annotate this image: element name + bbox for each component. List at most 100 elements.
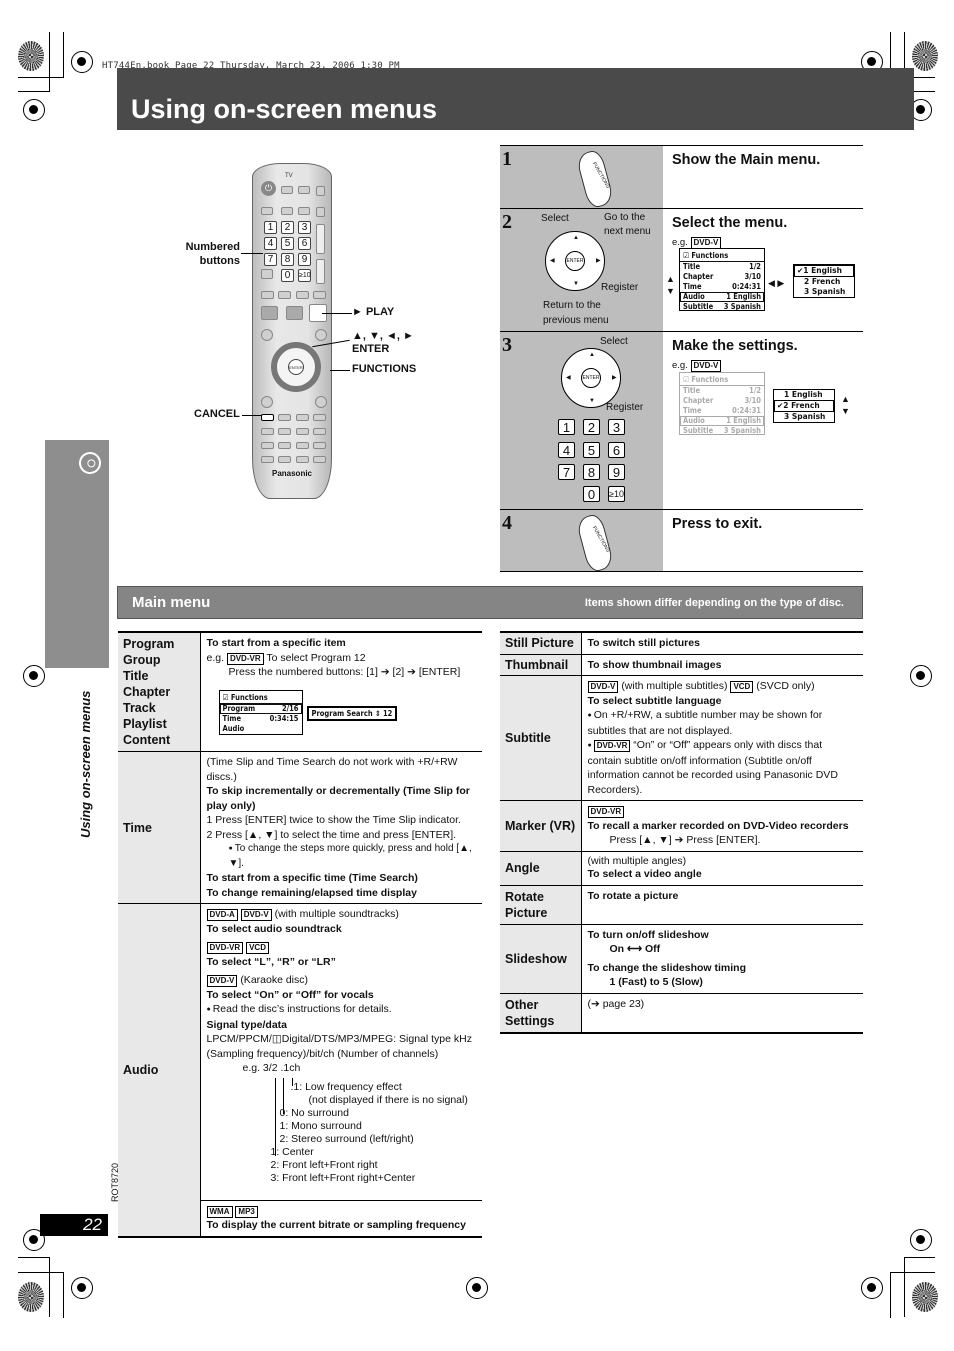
step-4: 4 FUNCTIONS Press to exit.	[500, 509, 863, 574]
functions-button-icon: FUNCTIONS	[575, 512, 615, 574]
registration-mark-icon	[71, 1277, 93, 1299]
main-menu-table-right: Still Picture To switch still pictures T…	[500, 631, 863, 1034]
disc-tag: DVD-V	[587, 681, 619, 693]
main-menu-table-left: Program Group Title Chapter Track Playli…	[118, 631, 482, 1238]
program-search-box: Program Search ⇕ 12	[306, 706, 398, 721]
step-2: 2 Select Go to the next menu ENTER ▲ ▼ ◀ ▶…	[500, 208, 863, 331]
registration-starburst-icon	[18, 1282, 44, 1312]
label-register: Register	[601, 282, 639, 293]
osd-functions-menu: ☑ Functions Title 1/2 Chapter 3/10 Time 0:2…	[679, 248, 765, 311]
label-select: Select	[600, 336, 628, 347]
step-1: 1 FUNCTIONS Show the Main menu.	[500, 145, 863, 210]
step-number: 2	[502, 211, 512, 233]
table-row: Program Group Title Chapter Track Playli…	[118, 631, 482, 752]
language-list: 1 English ✔2 French 3 Spanish	[773, 389, 835, 423]
row-label: Still Picture	[500, 631, 582, 655]
registration-mark-icon	[861, 1277, 883, 1299]
remote-key: 8	[281, 253, 294, 266]
label-return: Return to the previous menu	[543, 300, 609, 326]
section-note: Items shown differ depending on the type…	[584, 597, 844, 609]
registration-starburst-icon	[912, 41, 938, 71]
down-arrow-icon: ▼	[666, 286, 675, 296]
page-title: Using on-screen menus	[131, 94, 438, 124]
remote-control-illustration: TV ⏻ 1 2 3 4 5 6 7 8 9 0 ≥10 ENTER Panas…	[252, 163, 332, 499]
label-go-next: Go to the next menu	[604, 212, 651, 237]
remote-key: 2	[281, 221, 294, 234]
step-number: 3	[502, 334, 512, 356]
label-register: Register	[606, 402, 644, 413]
table-row: Subtitle DVD-V (with multiple subtitles)…	[500, 675, 863, 801]
main-menu-banner: Main menu Items shown differ depending o…	[117, 586, 863, 619]
row-label: Subtitle	[500, 675, 582, 801]
remote-key: 0	[281, 269, 294, 282]
table-row: Time (Time Slip and Time Search do not w…	[118, 751, 482, 904]
functions-button-icon: FUNCTIONS	[575, 148, 615, 210]
down-arrow-icon: ▼	[841, 406, 850, 416]
remote-key: 7	[264, 253, 277, 266]
table-row: Audio DVD-A DVD-V (with multiple soundtr…	[118, 903, 482, 1238]
remote-dpad: ENTER	[271, 342, 321, 392]
side-tab-label: Using on-screen menus	[78, 690, 93, 838]
remote-key: 4	[264, 237, 277, 250]
step-title: Make the settings.	[672, 338, 798, 354]
disc-tag: VCD	[730, 681, 754, 693]
disc-tag: DVD-V	[240, 909, 272, 921]
disc-tag: VCD	[246, 942, 269, 954]
table-row: Still Picture To switch still pictures	[500, 631, 863, 655]
power-icon: ⏻	[261, 181, 276, 196]
row-label: Thumbnail	[500, 654, 582, 676]
brand-logo: Panasonic	[271, 469, 312, 478]
language-list: ✔1 English 2 French 3 Spanish	[793, 264, 855, 298]
dpad-icon: ENTER ▲ ▼ ◀ ▶	[561, 348, 621, 408]
registration-mark-icon	[910, 665, 932, 687]
callout-enter: ENTER	[352, 343, 390, 355]
registration-mark-icon	[910, 1229, 932, 1251]
title-banner: Using on-screen menus	[117, 68, 914, 130]
callout-functions: FUNCTIONS	[352, 363, 417, 375]
remote-key: 9	[298, 253, 311, 266]
section-title: Main menu	[132, 594, 211, 611]
disc-tag: DVD-VR	[226, 652, 264, 665]
disc-tag: DVD-A	[206, 909, 238, 921]
registration-starburst-icon	[912, 1282, 938, 1312]
channel-legend: .1: Low frequency effect (not displayed …	[207, 1077, 477, 1196]
remote-key: 1	[264, 221, 277, 234]
remote-key: 3	[298, 221, 311, 234]
disc-tag: DVD-VR	[206, 942, 244, 954]
table-row: Other Settings (➔ page 23)	[500, 993, 863, 1034]
table-row: Marker (VR) DVD-VR To recall a marker re…	[500, 800, 863, 852]
callout-arrows: ▲, ▼, ◄, ►	[352, 330, 414, 342]
row-label: Slideshow	[500, 924, 582, 994]
callout-play: ► PLAY	[352, 306, 395, 318]
remote-key: ≥10	[298, 269, 311, 282]
tv-label: TV	[285, 173, 293, 179]
row-label: Other Settings	[500, 993, 582, 1034]
step-title: Press to exit.	[672, 516, 763, 532]
steps-panel: 1 FUNCTIONS Show the Main menu. 2 Select…	[500, 145, 863, 574]
disc-icon	[74, 447, 106, 479]
callout-cancel: CANCEL	[194, 408, 240, 420]
step-title: Show the Main menu.	[672, 152, 821, 168]
registration-mark-icon	[466, 1277, 488, 1299]
left-right-arrows-icon: ◀ ▶	[768, 278, 785, 288]
disc-tag: WMA	[206, 1205, 233, 1218]
registration-mark-icon	[23, 665, 45, 687]
registration-mark-icon	[23, 99, 45, 121]
row-label-time: Time	[118, 751, 201, 904]
disc-tag: DVD-VR	[593, 740, 631, 752]
enter-button-icon: ENTER	[288, 359, 304, 375]
osd-program-menu: ☑ Functions Program 2/16 Time 0:34:15 Audi…	[218, 690, 303, 735]
disc-tag: MP3	[235, 1205, 258, 1218]
row-label: Marker (VR)	[500, 800, 582, 852]
table-row: Angle (with multiple angles) To select a…	[500, 851, 863, 886]
step-3: 3 Select ENTER ▲ ▼ ◀ ▶ Register 1 2 3 4 5 …	[500, 331, 863, 509]
side-tab	[45, 440, 109, 668]
up-arrow-icon: ▲	[666, 274, 675, 284]
osd-functions-menu-faded: ☑ Functions Title 1/2 Chapter 3/10 Time 0:2…	[679, 372, 765, 435]
page-number: 22	[40, 1214, 108, 1236]
row-label-audio: Audio	[118, 903, 201, 1238]
disc-tag: DVD-VR	[587, 806, 625, 818]
dpad-icon: ENTER ▲ ▼ ◀ ▶	[545, 231, 605, 291]
row-label-program: Program Group Title Chapter Track Playli…	[118, 631, 201, 752]
step-number: 4	[502, 512, 512, 534]
